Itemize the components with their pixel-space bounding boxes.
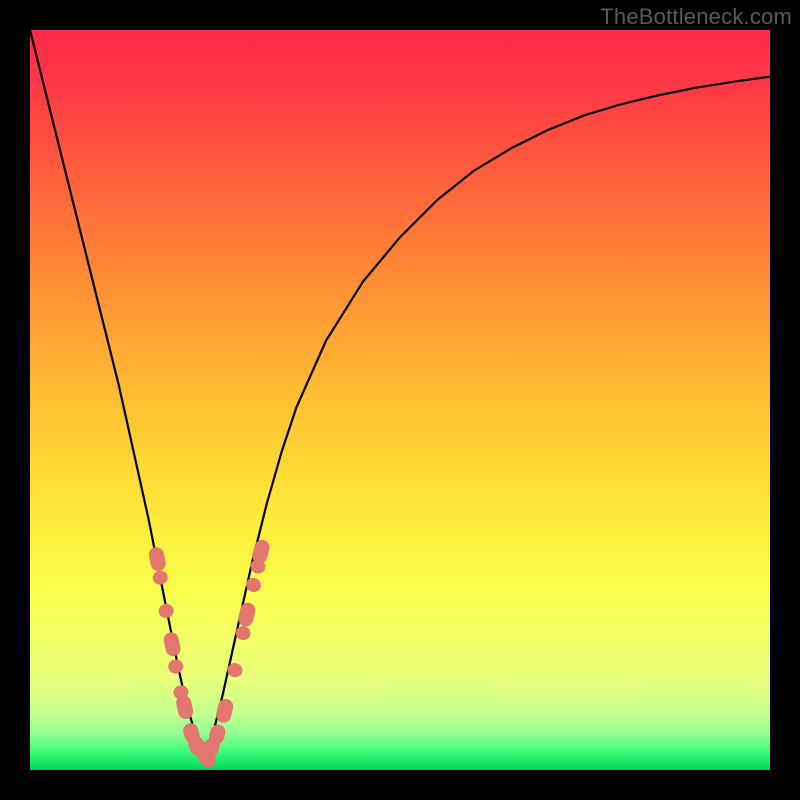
- plot-area: [30, 30, 770, 770]
- curve-marker: [162, 631, 182, 658]
- curve-marker: [167, 658, 185, 675]
- watermark-text: TheBottleneck.com: [600, 4, 792, 30]
- bottleneck-curve: [30, 30, 770, 755]
- marker-cluster: [148, 538, 272, 770]
- curve-marker: [148, 546, 167, 572]
- curve-marker: [215, 697, 235, 724]
- curve-marker: [237, 601, 257, 628]
- chart-overlay: [30, 30, 770, 770]
- curve-marker: [244, 576, 262, 593]
- curve-marker: [157, 603, 174, 620]
- chart-frame: TheBottleneck.com: [0, 0, 800, 800]
- curve-marker: [152, 569, 169, 586]
